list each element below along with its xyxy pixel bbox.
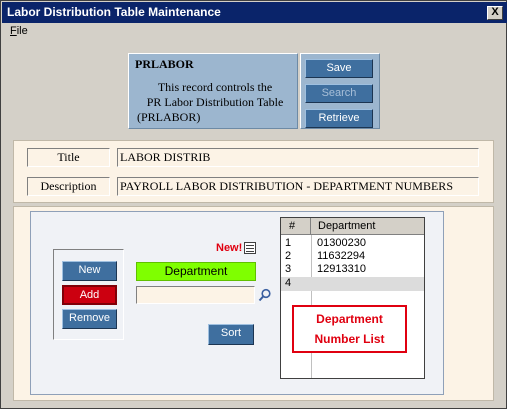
department-grid[interactable]: # Department 1 01300230 2 11632294 3 129…	[280, 217, 425, 379]
grid-cell-num: 1	[285, 237, 292, 249]
new-button-label: New	[78, 264, 101, 276]
description-field[interactable]: PAYROLL LABOR DISTRIBUTION - DEPARTMENT …	[117, 177, 479, 196]
annotation-line-2: Number List	[314, 332, 385, 346]
add-button[interactable]: Add	[62, 285, 117, 305]
sort-button[interactable]: Sort	[208, 324, 254, 345]
title-label: Title	[27, 148, 110, 167]
window-title: Labor Distribution Table Maintenance	[7, 5, 221, 19]
grid-cell-dept[interactable]: 12913310	[312, 263, 424, 276]
record-description-line-3: (PRLABOR)	[137, 110, 201, 124]
new-button[interactable]: New	[62, 261, 117, 281]
record-description: This record controls the PR Labor Distri…	[137, 80, 293, 125]
grid-header-dept[interactable]: Department	[312, 218, 424, 235]
retrieve-button[interactable]: Retrieve	[305, 109, 373, 128]
grid-header-num[interactable]: #	[281, 218, 311, 235]
department-input[interactable]	[136, 286, 255, 304]
record-info-panel: PRLABOR This record controls the PR Labo…	[128, 53, 298, 129]
search-button[interactable]: Search	[305, 84, 373, 103]
grid-cell-dept[interactable]: 01300230	[312, 237, 424, 250]
description-label: Description	[27, 177, 110, 196]
title-bar[interactable]: Labor Distribution Table Maintenance X	[2, 2, 507, 23]
record-code: PRLABOR	[135, 57, 194, 71]
grid-cell-dept[interactable]: 11632294	[312, 250, 424, 263]
department-label: Department	[136, 262, 256, 281]
grid-cell-num: 2	[285, 250, 292, 262]
sort-button-label: Sort	[220, 327, 242, 339]
menu-file[interactable]: File	[10, 25, 28, 37]
grid-cell-num: 4	[285, 277, 292, 289]
grid-cell-dept[interactable]	[312, 277, 424, 290]
search-button-label: Search	[321, 87, 357, 99]
list-icon	[244, 242, 256, 254]
grid-header: # Department	[281, 218, 424, 235]
annotation-callout: Department Number List	[292, 305, 407, 353]
save-button-label: Save	[326, 62, 352, 74]
grid-cell-num: 3	[285, 263, 292, 275]
toolbar-panel: Save Search Retrieve	[300, 53, 380, 129]
add-button-label: Add	[79, 289, 100, 301]
new-badge: New!	[216, 242, 243, 254]
record-description-line-1: This record controls the	[157, 80, 273, 94]
save-button[interactable]: Save	[305, 59, 373, 78]
annotation-line-1: Department	[316, 312, 383, 326]
retrieve-button-label: Retrieve	[318, 112, 360, 124]
new-list-icon[interactable]: New!	[216, 241, 258, 256]
list-button-group: New Add Remove	[53, 249, 124, 340]
title-field[interactable]: LABOR DISTRIB	[117, 148, 479, 167]
search-icon[interactable]	[258, 288, 272, 302]
close-button[interactable]: X	[487, 6, 503, 20]
remove-button[interactable]: Remove	[62, 309, 117, 329]
remove-button-label: Remove	[69, 312, 110, 324]
record-description-line-2: PR Labor Distribution Table	[146, 95, 284, 109]
menu-bar: File	[2, 23, 507, 41]
grid-row-new[interactable]: 4	[281, 277, 424, 291]
